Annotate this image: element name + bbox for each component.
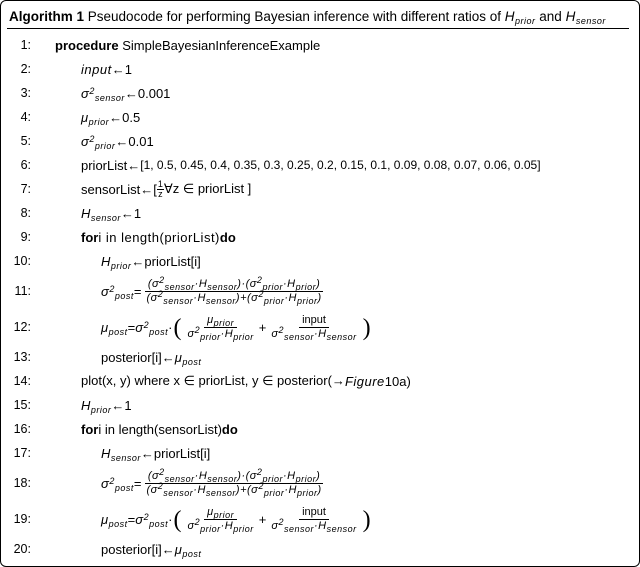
code-line: 8: Hsensor ← 1 [7,201,629,225]
code-line: 2: input ← 1 [7,57,629,81]
line-number: 20: [7,542,35,556]
var-sigma2-post: σ2post [101,284,134,299]
var-sigma2-prior: σ2prior [81,134,115,149]
code-line: 21: plot(x, y) where x ∈ sensorList, y ∈… [7,561,629,567]
title-h-sensor: Hsensor [566,9,606,24]
var-sigma2-post: σ2post [101,476,134,491]
var-mu-post: μpost [101,320,128,335]
var-mu-post: μpost [101,512,128,527]
line-number: 10: [7,254,35,268]
line-number: 14: [7,374,35,388]
var-mu-prior: μprior [81,110,109,125]
line-number: 5: [7,134,35,148]
code-line: 3: σ2sensor ← 0.001 [7,81,629,105]
code-line: 11: σ2post = (σ2sensor·Hsensor)·(σ2prior… [7,273,629,309]
code-line: 16: for i in length(sensorList) do [7,417,629,441]
var-h-sensor: Hsensor [101,446,141,461]
line-number: 16: [7,422,35,436]
keyword-do: do [220,230,236,245]
line-number: 12: [7,320,35,334]
code-line: 14: plot(x, y) where x ∈ priorList, y ∈ … [7,369,629,393]
code-line: 12: μpost = σ2post · ( μprior σ2prior·Hp… [7,309,629,345]
code-line: 1: procedure SimpleBayesianInferenceExam… [7,33,629,57]
var-h-sensor: Hsensor [81,206,121,221]
var-sigma2-sensor: σ2sensor [81,86,125,101]
line-number: 2: [7,62,35,76]
procedure-name: SimpleBayesianInferenceExample [122,38,320,53]
code-line: 20: posterior[i] ← μpost [7,537,629,561]
code-line: 18: σ2post = (σ2sensor·Hsensor)·(σ2prior… [7,465,629,501]
line-number: 4: [7,110,35,124]
keyword-do: do [222,422,238,437]
line-number: 6: [7,158,35,172]
keyword-for: for [81,422,98,437]
algorithm-title: Algorithm 1 Pseudocode for performing Ba… [7,7,629,29]
mu-term2-fraction: input σ2sensor·Hsensor [268,506,359,531]
algorithm-body: 1: procedure SimpleBayesianInferenceExam… [7,29,629,567]
code-line: 4: μprior ← 0.5 [7,105,629,129]
mu-term1-fraction: μprior σ2prior·Hprior [184,314,256,339]
algorithm-label: Algorithm 1 [9,9,84,24]
line-number: 9: [7,230,35,244]
code-line: 19: μpost = σ2post · ( μprior σ2prior·Hp… [7,501,629,537]
keyword-for: for [81,230,98,245]
frac-one-over-z: 1 z [157,180,164,199]
priorlist-values: [1, 0.5, 0.45, 0.4, 0.35, 0.3, 0.25, 0.2… [140,158,540,172]
line-number: 18: [7,476,35,490]
var-posterior-i: posterior[i] [101,350,162,365]
code-line: 5: σ2prior ← 0.01 [7,129,629,153]
line-number: 8: [7,206,35,220]
line-number: 13: [7,350,35,364]
var-priorlist: priorList [81,158,127,173]
algorithm-caption: Pseudocode for performing Bayesian infer… [88,9,505,24]
line-number: 15: [7,398,35,412]
var-h-prior: Hprior [101,254,131,269]
algorithm-box: Algorithm 1 Pseudocode for performing Ba… [0,0,640,567]
code-line: 6: priorList ← [1, 0.5, 0.45, 0.4, 0.35,… [7,153,629,177]
var-sensorlist: sensorList [81,182,140,197]
var-h-prior: Hprior [81,398,111,413]
mu-term2-fraction: input σ2sensor·Hsensor [268,314,359,339]
line-number: 19: [7,512,35,526]
code-line: 17: Hsensor ← priorList[i] [7,441,629,465]
code-line: 13: posterior[i] ← μpost [7,345,629,369]
line-number: 17: [7,446,35,460]
sigma2-post-fraction: (σ2sensor·Hsensor)·(σ2prior·Hprior) (σ2s… [143,470,324,495]
line-number: 3: [7,86,35,100]
figure-ref: Figure [345,374,385,389]
var-input: input [81,62,112,77]
var-posterior-i: posterior[i] [101,542,162,557]
code-line: 10: Hprior ← priorList[i] [7,249,629,273]
code-line: 15: Hprior ← 1 [7,393,629,417]
line-number: 1: [7,38,35,52]
line-number: 11: [7,284,35,298]
mu-term1-fraction: μprior σ2prior·Hprior [184,506,256,531]
code-line: 9: for i in length(priorList) do [7,225,629,249]
line-number: 7: [7,182,35,196]
keyword-procedure: procedure [55,38,119,53]
sigma2-post-fraction: (σ2sensor·Hsensor)·(σ2prior·Hprior) (σ2s… [143,278,324,303]
code-line: 7: sensorList ← [ 1 z ∀z ∈ priorList ] [7,177,629,201]
title-h-prior: Hprior [505,9,536,24]
